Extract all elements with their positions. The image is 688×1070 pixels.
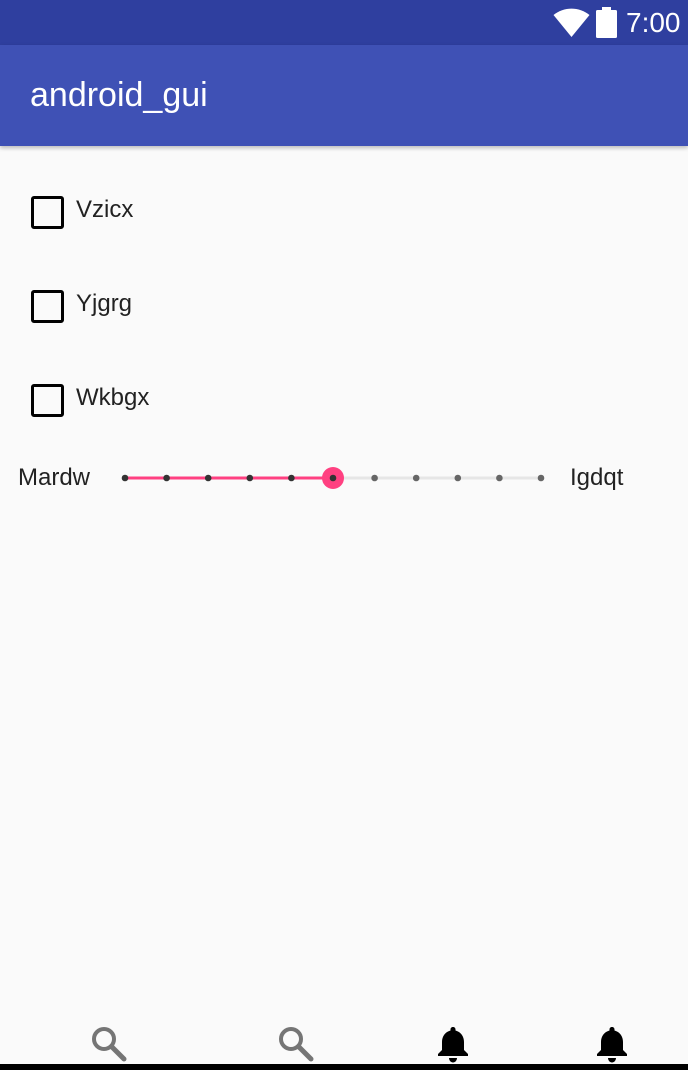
slider-tick <box>454 474 462 482</box>
checkbox-label: Yjgrg <box>76 290 133 317</box>
slider-tick <box>371 474 378 482</box>
checkbox-square-icon[interactable] <box>31 196 64 229</box>
slider-tick <box>204 474 212 482</box>
checkbox-yjgrg[interactable]: Yjgrg <box>30 286 430 326</box>
checkbox-vzicx[interactable]: Vzicx <box>30 192 430 232</box>
slider-left-label: Mardw <box>18 464 91 491</box>
app-title: android_gui <box>30 76 208 114</box>
wifi-icon <box>553 8 590 37</box>
slider-tick <box>412 474 420 482</box>
discrete-slider[interactable] <box>110 458 556 500</box>
slider-tick <box>537 474 545 482</box>
search-icon[interactable] <box>89 1024 129 1064</box>
slider-right-label: Igdqt <box>570 464 624 491</box>
slider-tick <box>246 474 254 482</box>
search-icon[interactable] <box>276 1024 316 1064</box>
checkbox-wkbgx[interactable]: Wkbgx <box>30 380 430 420</box>
checkbox-square-icon[interactable] <box>31 384 64 417</box>
slider-tick <box>496 474 503 482</box>
status-bar: 7:00 <box>0 0 688 45</box>
bell-icon[interactable] <box>433 1024 473 1064</box>
slider-tick <box>163 474 170 482</box>
app-bar: android_gui <box>0 45 688 146</box>
bottom-navigation <box>0 1012 688 1070</box>
checkbox-label: Vzicx <box>76 196 134 223</box>
slider-thumb-tick <box>329 474 337 482</box>
checkbox-label: Wkbgx <box>76 384 150 411</box>
checkbox-square-icon[interactable] <box>31 290 64 323</box>
bell-icon[interactable] <box>592 1024 632 1064</box>
nav-divider <box>0 1064 688 1070</box>
status-time: 7:00 <box>626 7 681 38</box>
battery-icon <box>596 7 617 38</box>
slider-tick <box>121 474 129 482</box>
slider-tick <box>288 474 295 482</box>
